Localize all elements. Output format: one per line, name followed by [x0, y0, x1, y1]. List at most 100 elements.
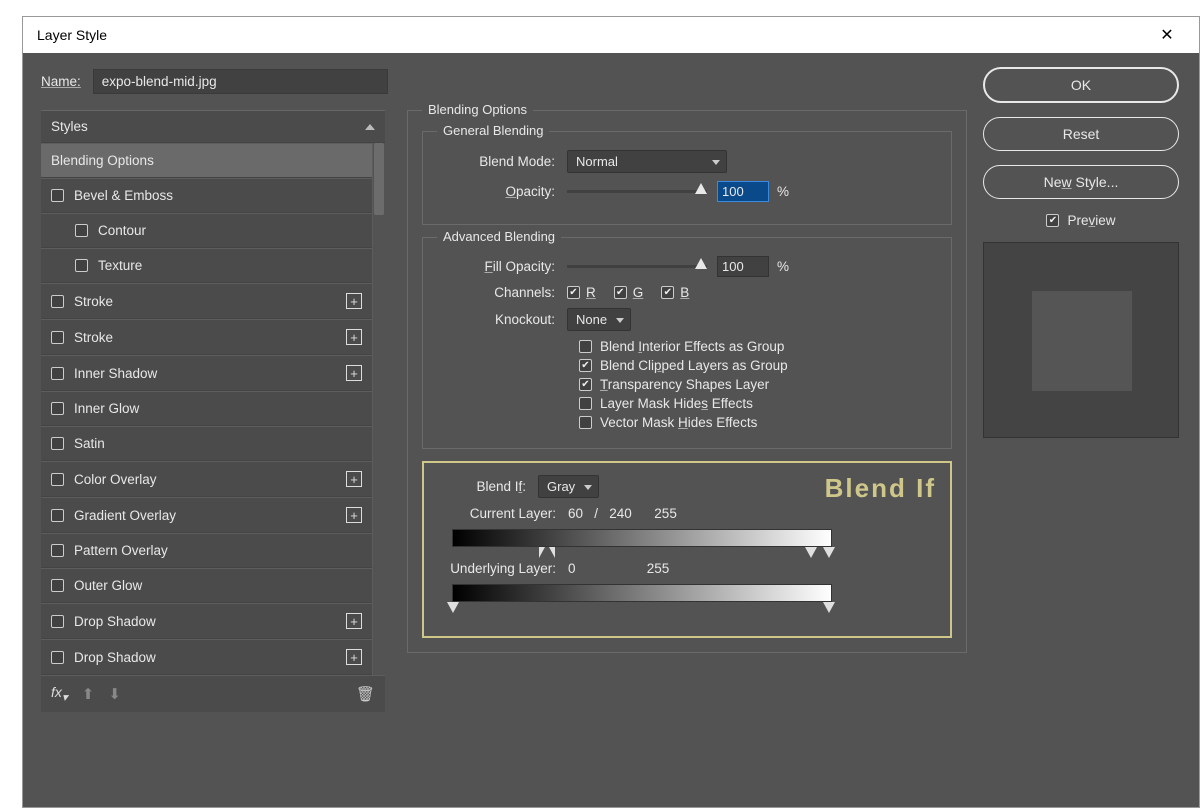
channel-b-checkbox[interactable]	[661, 286, 674, 299]
style-checkbox[interactable]	[75, 259, 88, 272]
style-label: Color Overlay	[74, 472, 157, 487]
titlebar: Layer Style ✕	[23, 17, 1199, 53]
vector-mask-hides-checkbox[interactable]	[579, 416, 592, 429]
style-checkbox[interactable]	[51, 295, 64, 308]
style-checkbox[interactable]	[51, 473, 64, 486]
style-row[interactable]: Blending Options	[41, 143, 372, 178]
style-checkbox[interactable]	[51, 367, 64, 380]
style-checkbox[interactable]	[51, 509, 64, 522]
channel-r-checkbox[interactable]	[567, 286, 580, 299]
section-title: Blending Options	[422, 102, 533, 117]
channel-g-checkbox[interactable]	[614, 286, 627, 299]
scrollbar[interactable]	[372, 143, 385, 675]
fill-opacity-slider[interactable]	[567, 265, 707, 268]
underlying-layer-gradient[interactable]	[452, 584, 832, 602]
blend-clipped-checkbox[interactable]	[579, 359, 592, 372]
blending-options-panel: Blending Options General Blending Blend …	[407, 110, 967, 712]
style-checkbox[interactable]	[51, 402, 64, 415]
style-row[interactable]: Drop Shadow +	[41, 603, 372, 639]
add-effect-icon[interactable]: +	[346, 613, 362, 629]
pct-label2: %	[777, 259, 789, 274]
name-label: Name:	[41, 74, 81, 89]
style-label: Pattern Overlay	[74, 543, 168, 558]
add-effect-icon[interactable]: +	[346, 649, 362, 665]
styles-header-label: Styles	[51, 119, 88, 134]
style-label: Gradient Overlay	[74, 508, 176, 523]
channels-label: Channels:	[437, 285, 567, 300]
style-row[interactable]: Gradient Overlay +	[41, 497, 372, 533]
blend-if-label: Blend If:	[438, 479, 538, 494]
blend-mode-select[interactable]: Normal	[567, 150, 727, 173]
style-row[interactable]: Outer Glow	[41, 568, 372, 603]
preview-checkbox[interactable]	[1046, 214, 1059, 227]
channel-g-label: G	[633, 285, 644, 300]
style-checkbox[interactable]	[51, 437, 64, 450]
transparency-shapes-checkbox[interactable]	[579, 378, 592, 391]
fill-opacity-label: Fill Opacity:	[437, 259, 567, 274]
style-label: Stroke	[74, 330, 113, 345]
style-row[interactable]: Contour	[41, 213, 372, 248]
opt-label: Layer Mask Hides Effects	[600, 396, 753, 411]
style-checkbox[interactable]	[51, 651, 64, 664]
fx-icon[interactable]: fx▾	[51, 684, 68, 704]
blend-if-highlight-label: Blend If	[825, 473, 936, 504]
new-style-button[interactable]: New Style...	[983, 165, 1179, 199]
style-row[interactable]: Drop Shadow+	[41, 639, 372, 675]
style-checkbox[interactable]	[51, 615, 64, 628]
trash-icon[interactable]: 🗑	[356, 685, 375, 703]
action-column: OK Reset New Style... Preview	[981, 67, 1181, 438]
general-title: General Blending	[437, 123, 549, 138]
style-label: Texture	[98, 258, 142, 273]
underlying-layer-values: 0 255	[568, 561, 669, 576]
add-effect-icon[interactable]: +	[346, 471, 362, 487]
styles-header[interactable]: Styles	[41, 110, 385, 143]
pct-label: %	[777, 184, 789, 199]
style-row[interactable]: Stroke +	[41, 283, 372, 319]
style-label: Blending Options	[51, 153, 154, 168]
opacity-slider[interactable]	[567, 190, 707, 193]
style-row[interactable]: Color Overlay +	[41, 461, 372, 497]
style-checkbox[interactable]	[51, 189, 64, 202]
add-effect-icon[interactable]: +	[346, 507, 362, 523]
add-effect-icon[interactable]: +	[346, 329, 362, 345]
channel-r-label: R	[586, 285, 596, 300]
style-row[interactable]: Inner Glow	[41, 391, 372, 426]
style-checkbox[interactable]	[51, 331, 64, 344]
styles-footer: fx▾ ⬆ ⬇ 🗑	[41, 675, 385, 712]
close-icon[interactable]: ✕	[1147, 17, 1187, 53]
style-label: Inner Glow	[74, 401, 139, 416]
blend-interior-checkbox[interactable]	[579, 340, 592, 353]
knockout-select[interactable]: None	[567, 308, 631, 331]
style-row[interactable]: Inner Shadow+	[41, 355, 372, 391]
ok-button[interactable]: OK	[983, 67, 1179, 103]
fill-opacity-input[interactable]	[717, 256, 769, 277]
style-row[interactable]: Satin	[41, 426, 372, 461]
layer-mask-hides-checkbox[interactable]	[579, 397, 592, 410]
advanced-title: Advanced Blending	[437, 229, 561, 244]
style-checkbox[interactable]	[51, 579, 64, 592]
layer-style-dialog: Layer Style ✕ Name: Styles Blending Opti…	[22, 16, 1200, 808]
style-checkbox[interactable]	[51, 544, 64, 557]
style-row[interactable]: Pattern Overlay	[41, 533, 372, 568]
add-effect-icon[interactable]: +	[346, 365, 362, 381]
style-label: Stroke	[74, 294, 113, 309]
collapse-icon[interactable]	[365, 124, 375, 130]
style-row[interactable]: Stroke +	[41, 319, 372, 355]
style-label: Bevel & Emboss	[74, 188, 173, 203]
style-checkbox[interactable]	[75, 224, 88, 237]
blend-mode-label: Blend Mode:	[437, 154, 567, 169]
knockout-label: Knockout:	[437, 312, 567, 327]
blend-if-select[interactable]: Gray	[538, 475, 599, 498]
move-down-icon[interactable]: ⬇	[108, 685, 121, 703]
reset-button[interactable]: Reset	[983, 117, 1179, 151]
style-row[interactable]: Texture	[41, 248, 372, 283]
name-input[interactable]	[93, 69, 388, 94]
style-row[interactable]: Bevel & Emboss	[41, 178, 372, 213]
add-effect-icon[interactable]: +	[346, 293, 362, 309]
opt-label: Blend Clipped Layers as Group	[600, 358, 788, 373]
underlying-layer-label: Underlying Layer:	[438, 561, 568, 576]
current-layer-gradient[interactable]	[452, 529, 832, 547]
style-label: Drop Shadow	[74, 614, 156, 629]
opacity-input[interactable]	[717, 181, 769, 202]
move-up-icon[interactable]: ⬆	[82, 685, 95, 703]
